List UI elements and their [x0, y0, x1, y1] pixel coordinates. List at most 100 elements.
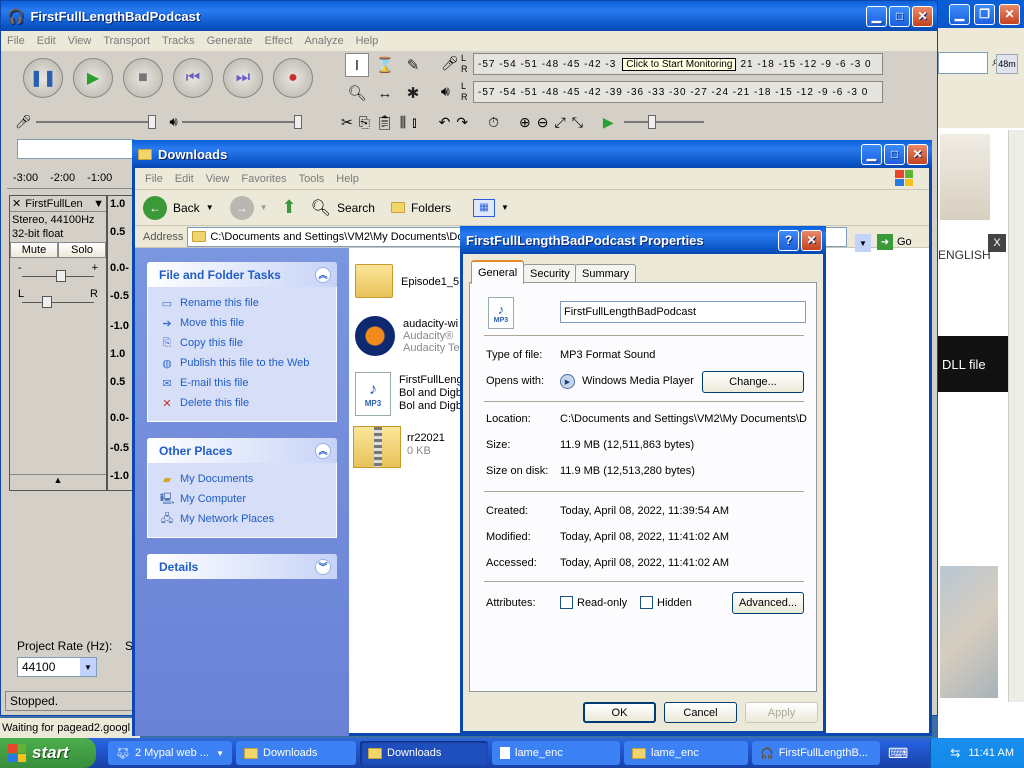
task-link[interactable]: ▭ Rename this file	[160, 293, 324, 313]
browser-scrollbar[interactable]	[1008, 130, 1024, 702]
collapse-chevron-icon[interactable]: ︽	[315, 442, 331, 459]
explorer-minimize-button[interactable]: ▁	[861, 143, 882, 165]
tab-general[interactable]: General	[471, 260, 525, 284]
record-meter[interactable]: -57 -54 -51 -48 -45 -42 -3 Click to Star…	[473, 53, 883, 75]
chevron-down-icon[interactable]: ▼	[855, 234, 871, 252]
tab-summary[interactable]: Summary	[575, 264, 637, 283]
forward-arrow-icon[interactable]: →	[229, 195, 254, 220]
network-icon[interactable]: ⇆	[950, 746, 960, 760]
menu-edit[interactable]: Edit	[169, 173, 200, 185]
draw-tool-icon[interactable]: ✎	[401, 53, 425, 77]
menu-tracks[interactable]: Tracks	[156, 35, 201, 47]
audacity-maximize-button[interactable]: □	[889, 5, 910, 27]
zoom-out-icon[interactable]: ⊖	[537, 114, 549, 131]
explorer-close-button[interactable]: ✕	[907, 143, 928, 165]
solo-button[interactable]: Solo	[58, 242, 106, 258]
collapse-track-button[interactable]: ▲	[10, 474, 106, 490]
redo-icon[interactable]: ↷	[456, 114, 468, 131]
multi-tool-icon[interactable]: ✱	[401, 81, 425, 105]
fit-project-icon[interactable]: ⤡	[572, 114, 583, 131]
skip-end-button[interactable]: ⏭	[223, 58, 263, 98]
taskbar-item-lame-enc-2[interactable]: lame_enc	[624, 741, 748, 765]
audacity-minimize-button[interactable]: ▁	[866, 5, 887, 27]
language-selector[interactable]: ENGLISH	[938, 248, 991, 262]
other-places-header[interactable]: Other Places ︽	[147, 438, 337, 463]
menu-file[interactable]: File	[139, 173, 169, 185]
list-item[interactable]: ♪ MP3 FirstFullLeng Bol and Digb Bol and …	[355, 372, 469, 424]
timeshift-tool-icon[interactable]: ↔	[373, 81, 397, 105]
views-icon[interactable]: ▦	[472, 198, 495, 217]
change-button[interactable]: Change...	[702, 371, 804, 393]
task-link[interactable]: ◍ Publish this file to the Web	[160, 353, 324, 373]
place-link[interactable]: 🖳︎ My Computer	[160, 489, 324, 509]
expand-chevron-icon[interactable]: ︾	[315, 558, 331, 575]
menu-tools[interactable]: Tools	[293, 173, 331, 185]
menu-analyze[interactable]: Analyze	[298, 35, 349, 47]
play-at-speed-icon[interactable]: ▶	[603, 114, 614, 131]
taskbar-item-audacity[interactable]: 🎧 FirstFullLengthB...	[752, 741, 880, 765]
place-link[interactable]: 🖧︎ My Network Places	[160, 509, 324, 529]
input-volume-slider[interactable]	[35, 115, 156, 129]
task-link[interactable]: ✕ Delete this file	[160, 393, 324, 413]
undo-icon[interactable]: ↶	[439, 114, 451, 131]
menu-view[interactable]: View	[62, 35, 98, 47]
menu-effect[interactable]: Effect	[259, 35, 299, 47]
help-button[interactable]: ?	[778, 229, 799, 251]
start-button[interactable]: start	[0, 738, 96, 768]
trim-icon[interactable]: ⫼	[400, 114, 406, 131]
output-volume-slider[interactable]	[181, 115, 302, 129]
search-icon[interactable]: 🔍︎	[311, 198, 331, 218]
back-arrow-icon[interactable]: ←	[143, 195, 167, 220]
place-link[interactable]: ▰ My Documents	[160, 469, 324, 489]
task-link[interactable]: ✉ E-mail this file	[160, 373, 324, 393]
list-item[interactable]: audacity-wi Audacity® Audacity Te	[355, 316, 469, 364]
menu-file[interactable]: File	[1, 35, 31, 47]
task-link[interactable]: ⎘ Copy this file	[160, 333, 324, 353]
keyboard-icon[interactable]: ⌨	[888, 745, 908, 762]
taskbar-item-downloads-2[interactable]: Downloads	[360, 741, 488, 765]
pan-slider[interactable]: L R	[18, 288, 98, 314]
hidden-checkbox[interactable]: Hidden	[640, 596, 692, 609]
play-meter-icon[interactable]: 🔊︎	[441, 83, 450, 100]
apply-button[interactable]: Apply	[745, 702, 818, 723]
zoom-tool-icon[interactable]: 🔍︎	[345, 81, 369, 105]
file-folder-tasks-header[interactable]: File and Folder Tasks ︽	[147, 262, 337, 287]
taskbar-item-mypal[interactable]: 🐺︎ 2 Mypal web ... ▼	[108, 741, 232, 765]
browser-address-field[interactable]	[938, 52, 988, 74]
chevron-down-icon[interactable]: ▼	[80, 658, 96, 676]
paste-icon[interactable]: 📋︎	[376, 114, 394, 131]
browser-restore-button[interactable]: ❐	[974, 3, 995, 25]
cut-icon[interactable]: ✂	[341, 114, 353, 131]
back-button[interactable]: Back	[173, 201, 200, 215]
copy-icon[interactable]: ⎘	[359, 114, 370, 131]
close-icon[interactable]: X	[988, 234, 1006, 252]
browser-minimize-button[interactable]: ▁	[949, 3, 970, 25]
tab-security[interactable]: Security	[523, 264, 577, 283]
play-button[interactable]: ▶	[73, 58, 113, 98]
list-item[interactable]: Episode1_5	[355, 264, 469, 306]
playback-meter[interactable]: -57 -54 -51 -48 -45 -42 -39 -36 -33 -30 …	[473, 81, 883, 103]
filename-input[interactable]: FirstFullLengthBadPodcast	[560, 301, 806, 323]
sync-lock-icon[interactable]: ⏱	[488, 114, 499, 131]
timeline-ruler[interactable]: -3:00 -2:00 -1:00	[7, 167, 135, 189]
menu-help[interactable]: Help	[350, 35, 385, 47]
task-link[interactable]: ➔ Move this file	[160, 313, 324, 333]
record-meter-icon[interactable]: 🎤︎	[441, 55, 459, 72]
collapse-chevron-icon[interactable]: ︽	[315, 266, 331, 283]
stop-button[interactable]: ■	[123, 58, 163, 98]
play-speed-slider[interactable]	[623, 115, 704, 129]
menu-view[interactable]: View	[200, 173, 236, 185]
chevron-down-icon[interactable]: ▼	[501, 203, 509, 212]
chevron-down-icon[interactable]: ▼	[260, 203, 268, 212]
go-button[interactable]: ➜ Go	[877, 234, 912, 250]
taskbar-item-lame-enc-1[interactable]: lame_enc	[492, 741, 620, 765]
track-name-bar[interactable]: ✕ FirstFullLen ▼	[10, 196, 106, 212]
readonly-check-box[interactable]	[560, 596, 573, 609]
audacity-close-button[interactable]: ✕	[912, 5, 933, 27]
browser-close-button[interactable]: ✕	[999, 3, 1020, 25]
gain-slider[interactable]: - +	[18, 262, 98, 288]
search-button[interactable]: Search	[337, 201, 375, 215]
mute-button[interactable]: Mute	[10, 242, 58, 258]
list-item[interactable]: rr22021 0 KB	[353, 426, 469, 472]
up-folder-icon[interactable]: ⬆	[282, 197, 297, 218]
